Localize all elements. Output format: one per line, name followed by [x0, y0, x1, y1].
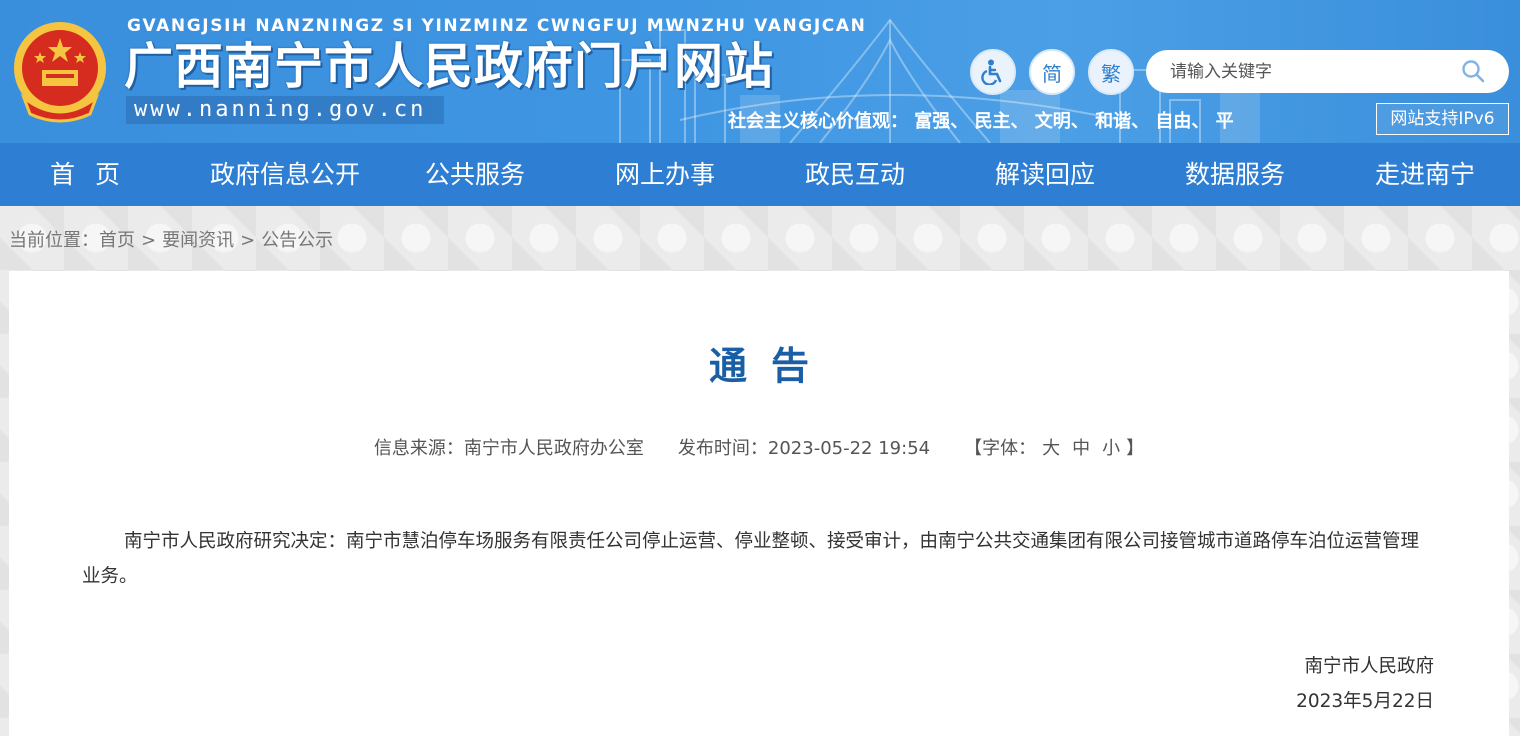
national-emblem-icon	[14, 22, 106, 123]
ipv6-badge[interactable]: 网站支持IPv6	[1376, 103, 1509, 135]
accessibility-button[interactable]	[970, 49, 1016, 95]
font-size-label-open: 【字体：	[964, 438, 1037, 459]
font-size-medium-button[interactable]: 中	[1072, 438, 1090, 459]
breadcrumb-label: 当前位置：	[9, 230, 99, 251]
font-size-small-button[interactable]: 小	[1102, 438, 1120, 459]
breadcrumb-home[interactable]: 首页	[99, 230, 135, 251]
nav-item-interpretation[interactable]: 解读回应	[950, 143, 1140, 206]
breadcrumb-news[interactable]: 要闻资讯	[162, 230, 234, 251]
traditional-chinese-button[interactable]: 繁	[1088, 49, 1134, 95]
article-signature: 南宁市人民政府	[1304, 656, 1434, 677]
site-title[interactable]: 广西南宁市人民政府门户网站	[124, 40, 774, 94]
article-body: 南宁市人民政府研究决定：南宁市慧泊停车场服务有限责任公司停止运营、停业整顿、接受…	[82, 531, 1420, 587]
nav-item-home[interactable]: 首页	[0, 143, 190, 206]
breadcrumb-notices[interactable]: 公告公示	[261, 230, 333, 251]
nav-item-government-info[interactable]: 政府信息公开	[190, 143, 380, 206]
search-input[interactable]	[1170, 61, 1440, 82]
site-pinyin-title: GVANGJSIH NANZNINGZ SI YINZMINZ CWNGFUJ …	[127, 16, 867, 36]
font-size-large-button[interactable]: 大	[1042, 438, 1060, 459]
article-source: 信息来源：南宁市人民政府办公室	[373, 438, 644, 459]
nav-item-public-service[interactable]: 公共服务	[380, 143, 570, 206]
article-title: 通告	[708, 344, 833, 388]
breadcrumb-separator: >	[141, 230, 157, 251]
search-icon[interactable]	[1461, 59, 1485, 83]
article-signature-block: 南宁市人民政府 2023年5月22日	[1296, 649, 1434, 719]
main-nav: 首页 政府信息公开 公共服务 网上办事 政民互动 解读回应 数据服务 走进南宁	[0, 143, 1520, 206]
nav-item-about-nanning[interactable]: 走进南宁	[1330, 143, 1520, 206]
font-size-label-close: 】	[1126, 438, 1145, 459]
breadcrumb-separator: >	[240, 230, 256, 251]
site-domain: www.nanning.gov.cn	[126, 96, 444, 124]
article-date: 2023年5月22日	[1296, 691, 1434, 712]
simplified-chinese-button[interactable]: 简	[1029, 49, 1075, 95]
nav-item-data-service[interactable]: 数据服务	[1140, 143, 1330, 206]
nav-item-interaction[interactable]: 政民互动	[760, 143, 950, 206]
search-box	[1146, 50, 1509, 93]
core-values-ticker: 社会主义核心价值观： 富强、 民主、 文明、 和谐、 自由、 平	[728, 111, 1234, 132]
site-header: GVANGJSIH NANZNINGZ SI YINZMINZ CWNGFUJ …	[0, 0, 1520, 143]
article-publish-time: 发布时间：2023-05-22 19:54	[677, 438, 931, 459]
article-panel: 通告 信息来源：南宁市人民政府办公室 发布时间：2023-05-22 19:54 【…	[9, 271, 1509, 736]
breadcrumb: 当前位置：首页 > 要闻资讯 > 公告公示	[9, 226, 333, 252]
article-meta: 信息来源：南宁市人民政府办公室 发布时间：2023-05-22 19:54 【字体：…	[9, 434, 1509, 460]
wheelchair-icon	[981, 59, 1002, 85]
nav-item-online-service[interactable]: 网上办事	[570, 143, 760, 206]
